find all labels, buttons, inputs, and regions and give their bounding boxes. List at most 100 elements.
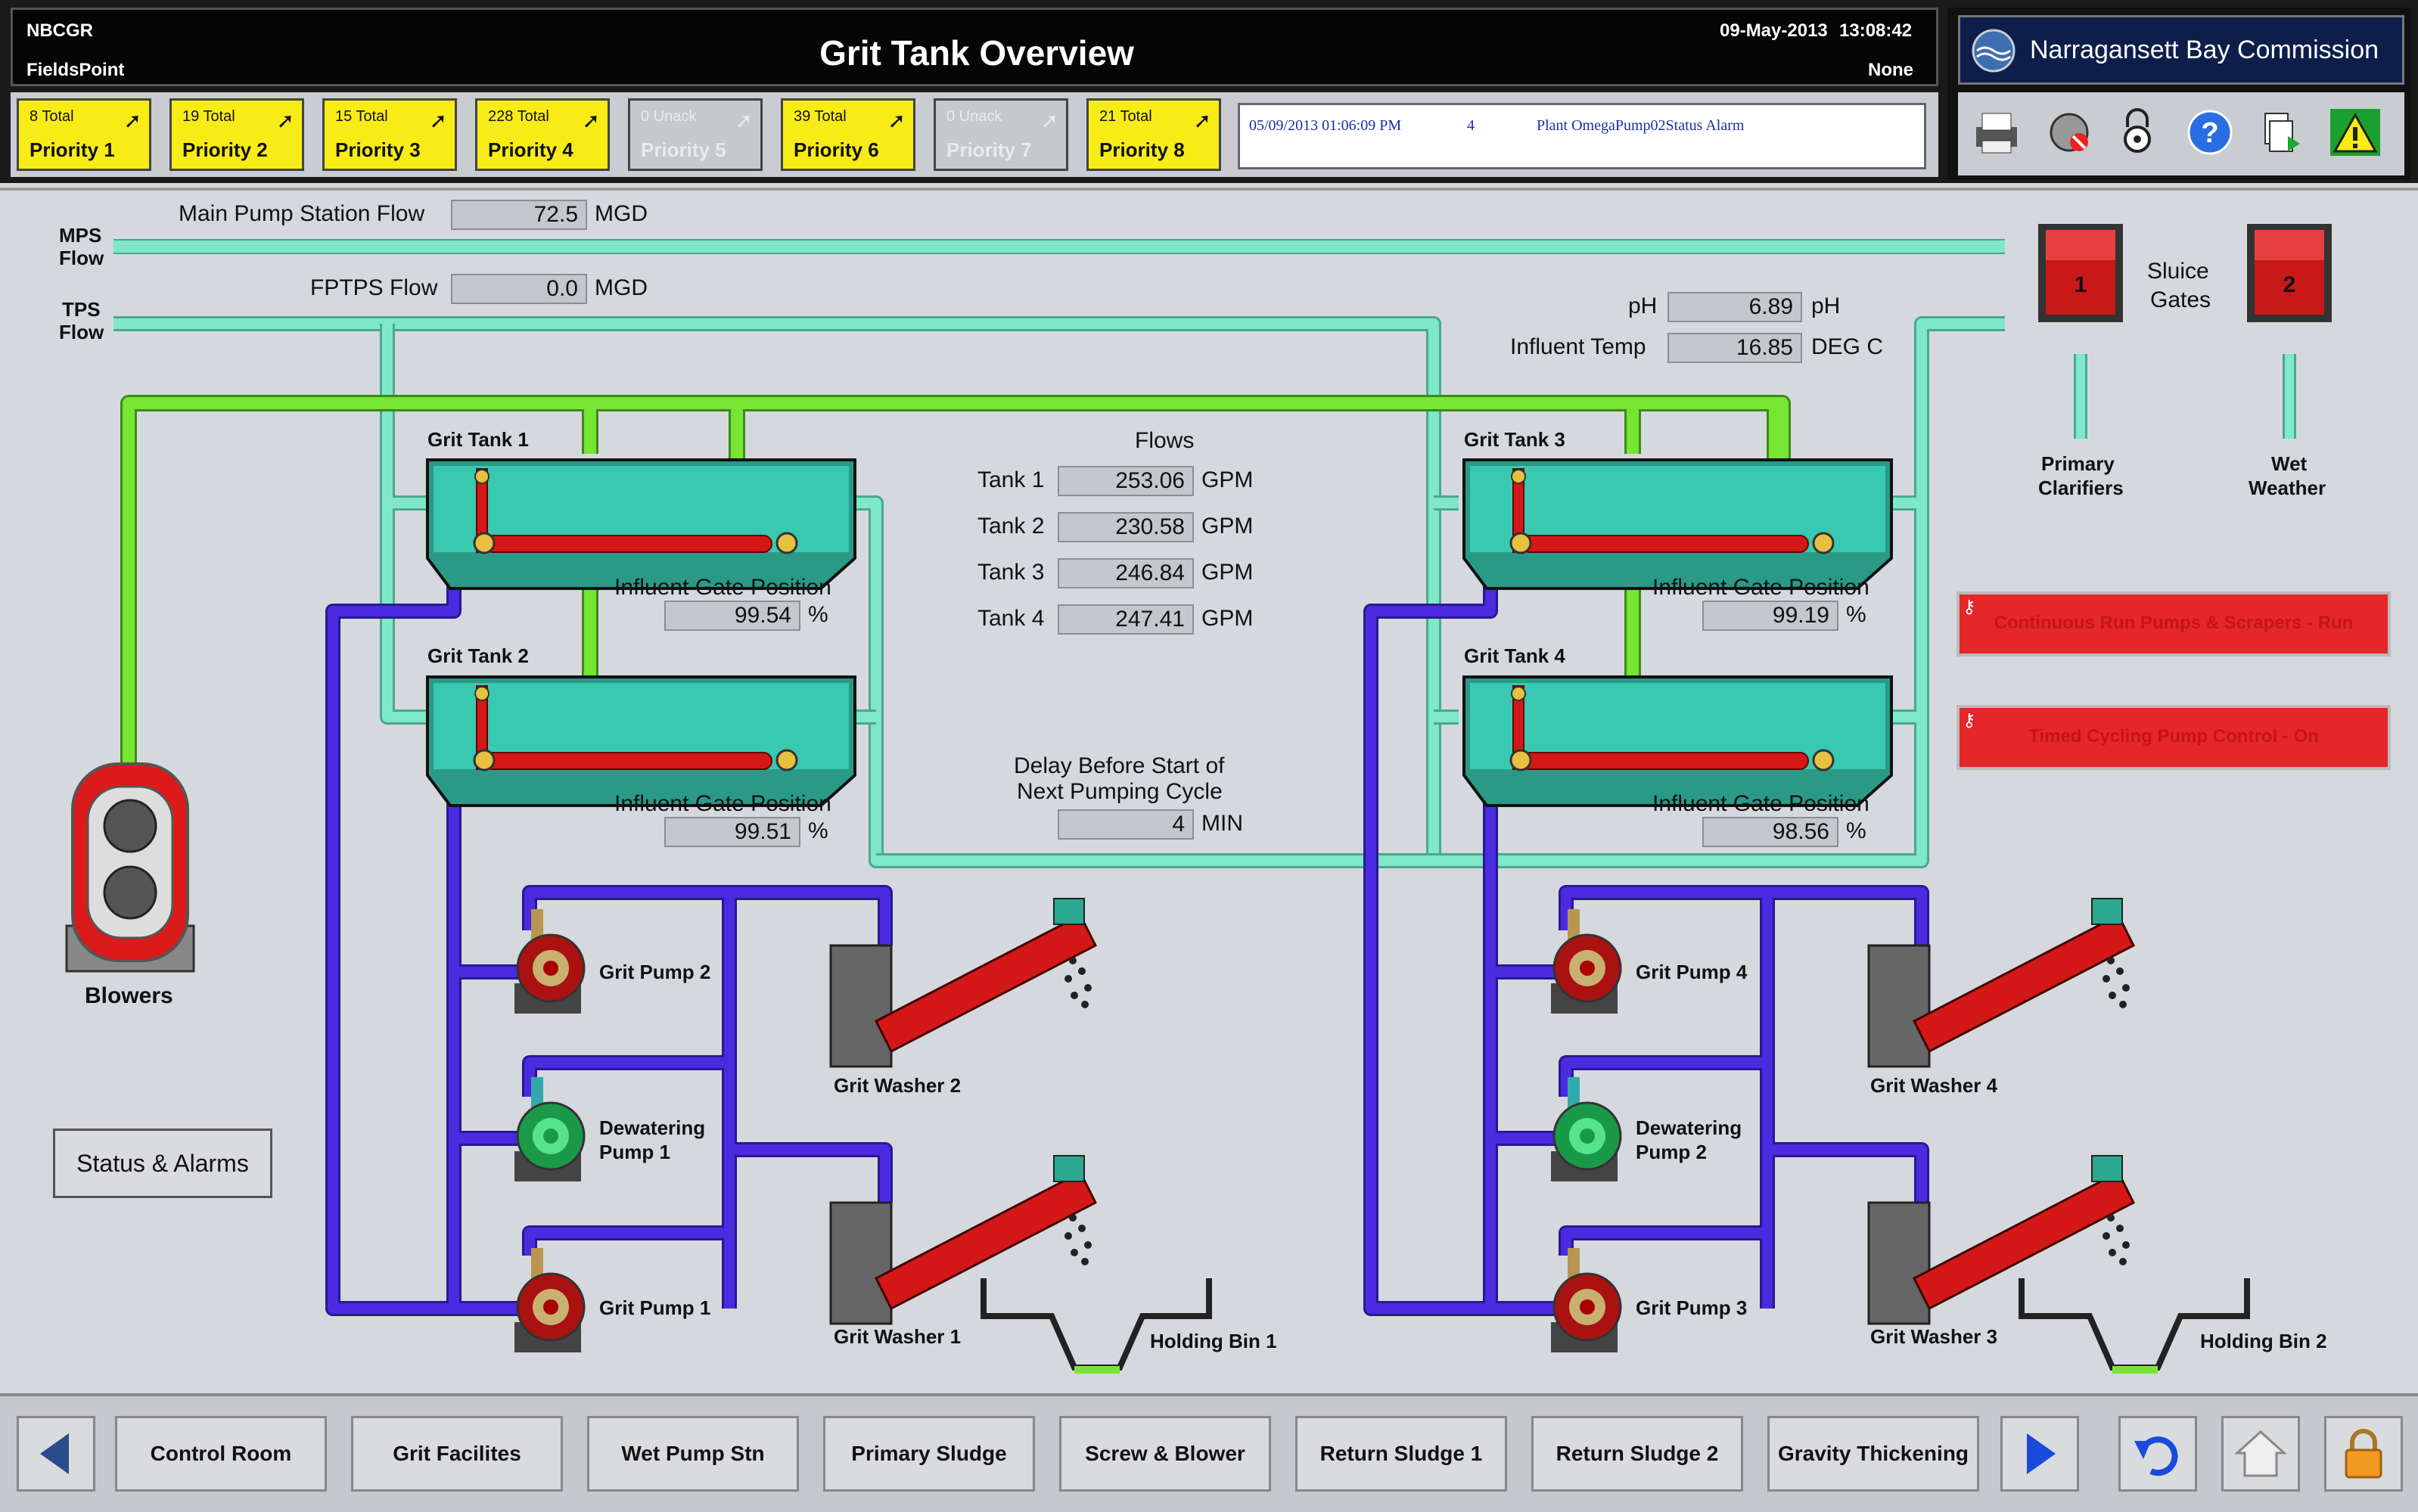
nav-button-gravity-thickening[interactable]: Gravity Thickening <box>1767 1416 1979 1492</box>
fptps-flow-value: 0.0 <box>451 274 587 304</box>
main-pump-flow-label: Main Pump Station Flow <box>179 201 425 226</box>
nav-button-control-room[interactable]: Control Room <box>115 1416 327 1492</box>
fptps-flow-label: FPTPS Flow <box>310 275 438 300</box>
wet-weather-label-1: Wet <box>2271 452 2308 475</box>
tank-3-gate-unit: % <box>1846 602 1866 627</box>
dewatering-pump-1-label-a: Dewatering <box>599 1116 706 1139</box>
dewatering-pump-1-label-b: Pump 1 <box>599 1141 670 1163</box>
grit-pump-2-button[interactable] <box>508 908 584 1014</box>
continuous-run-button[interactable]: Continuous Run Pumps & Scrapers - Run <box>1956 591 2391 657</box>
continuous-run-label: Continuous Run Pumps & Scrapers - Run <box>1994 613 2354 633</box>
lock-button[interactable] <box>2324 1416 2403 1492</box>
tps-label-1: TPS <box>62 298 101 321</box>
tank-flow-value: 230.58 <box>1058 512 1194 542</box>
undo-button[interactable] <box>2118 1416 2197 1492</box>
tank-1-gate-value: 99.54 <box>664 601 800 631</box>
fptps-flow-unit: MGD <box>595 275 648 300</box>
nav-button-screw-blower[interactable]: Screw & Blower <box>1059 1416 1271 1492</box>
tank-flow-label: Tank 2 <box>977 514 1045 539</box>
primary-clarifiers-label-2: Clarifiers <box>2038 477 2124 499</box>
key-icon: ⚷ <box>1963 710 1976 731</box>
mps-label-2: Flow <box>59 247 104 269</box>
dewatering-pump-2-label-a: Dewatering <box>1636 1116 1742 1139</box>
nav-button-primary-sludge[interactable]: Primary Sludge <box>823 1416 1035 1492</box>
primary-clarifiers-label-1: Primary <box>2041 452 2115 475</box>
sluice-gate-1-button[interactable]: 1 <box>2038 224 2123 322</box>
tank-flow-label: Tank 3 <box>977 560 1045 585</box>
holding-bin-1-label: Holding Bin 1 <box>1150 1330 1277 1352</box>
timed-cycling-label: Timed Cycling Pump Control - On <box>2028 726 2319 747</box>
nav-button-wet-pump-stn[interactable]: Wet Pump Stn <box>587 1416 799 1492</box>
flows-title: Flows <box>1135 428 1195 453</box>
grit-pump-1-button[interactable] <box>508 1248 584 1354</box>
grit-washer-2-label: Grit Washer 2 <box>834 1074 962 1097</box>
arrow-right-icon <box>2027 1433 2056 1474</box>
nav-forward-button[interactable] <box>2000 1416 2079 1492</box>
grit-pump-3-label: Grit Pump 3 <box>1636 1296 1748 1319</box>
wet-weather-label-2: Weather <box>2249 477 2326 499</box>
tank-flow-unit: GPM <box>1201 606 1254 631</box>
holding-bin-2-label: Holding Bin 2 <box>2200 1330 2327 1352</box>
grit-washer-4-label: Grit Washer 4 <box>1870 1074 1998 1097</box>
grit-pump-1-label: Grit Pump 1 <box>599 1296 711 1319</box>
tank-4-gate-value: 98.56 <box>1702 817 1838 847</box>
status-alarms-label: Status & Alarms <box>76 1150 249 1177</box>
tps-label-2: Flow <box>59 321 104 343</box>
grit-washer-1-label: Grit Washer 1 <box>834 1325 962 1348</box>
nav-button-return-sludge-1[interactable]: Return Sludge 1 <box>1295 1416 1507 1492</box>
key-icon: ⚷ <box>1963 597 1976 617</box>
grit-tank-3 <box>1462 458 1893 590</box>
nav-button-return-sludge-2[interactable]: Return Sludge 2 <box>1531 1416 1743 1492</box>
delay-line-2: Next Pumping Cycle <box>1017 779 1223 804</box>
grit-pump-4-button[interactable] <box>1545 908 1621 1014</box>
grit-pump-3-button[interactable] <box>1545 1248 1621 1354</box>
tank-flow-label: Tank 1 <box>977 467 1045 492</box>
tank-flow-value: 247.41 <box>1058 604 1194 635</box>
tank-1-gate-label: Influent Gate Position <box>614 575 831 600</box>
dewatering-pump-1-button[interactable] <box>508 1077 584 1183</box>
grit-tank-1-label: Grit Tank 1 <box>427 428 529 451</box>
tank-2-gate-unit: % <box>808 818 828 843</box>
tank-1-gate-unit: % <box>808 602 828 627</box>
tank-4-gate-unit: % <box>1846 818 1866 843</box>
tank-3-gate-value: 99.19 <box>1702 601 1838 631</box>
dewatering-pump-2-button[interactable] <box>1545 1077 1621 1183</box>
grit-tank-2-label: Grit Tank 2 <box>427 644 529 667</box>
sluice-gate-1-label: 1 <box>2074 272 2087 297</box>
status-alarms-button[interactable]: Status & Alarms <box>53 1129 272 1198</box>
tank-2-gate-value: 99.51 <box>664 817 800 847</box>
grit-washer-3-label: Grit Washer 3 <box>1870 1325 1998 1348</box>
grit-tank-4 <box>1462 675 1893 807</box>
tank-flow-unit: GPM <box>1201 467 1254 492</box>
blowers-label: Blowers <box>85 983 173 1008</box>
grit-tank-2 <box>426 675 856 807</box>
tank-flow-label: Tank 4 <box>977 606 1045 631</box>
nav-back-button[interactable] <box>17 1416 95 1492</box>
lock-icon <box>2345 1429 2382 1479</box>
blowers-button[interactable] <box>67 764 194 973</box>
grit-pump-2-label: Grit Pump 2 <box>599 961 711 983</box>
home-button[interactable] <box>2221 1416 2300 1492</box>
delay-value: 4 <box>1058 809 1194 840</box>
nav-button-grit-facilites[interactable]: Grit Facilites <box>351 1416 563 1492</box>
main-pump-flow-unit: MGD <box>595 201 648 226</box>
influent-temp-value: 16.85 <box>1667 333 1802 363</box>
dewatering-pump-2-label-b: Pump 2 <box>1636 1141 1707 1163</box>
tank-2-gate-label: Influent Gate Position <box>614 791 831 816</box>
tank-4-gate-label: Influent Gate Position <box>1652 791 1869 816</box>
tank-flow-value: 253.06 <box>1058 466 1194 496</box>
timed-cycling-button[interactable]: Timed Cycling Pump Control - On <box>1956 705 2391 770</box>
ph-value: 6.89 <box>1667 292 1802 322</box>
sluice-title-1: Sluice <box>2147 259 2209 284</box>
grit-tank-3-label: Grit Tank 3 <box>1464 428 1565 451</box>
grit-tank-1 <box>426 458 856 590</box>
ph-label: pH <box>1628 293 1658 318</box>
tank-flow-value: 246.84 <box>1058 558 1194 588</box>
sluice-gate-2-button[interactable]: 2 <box>2247 224 2332 322</box>
delay-unit: MIN <box>1201 811 1243 836</box>
grit-tank-4-label: Grit Tank 4 <box>1464 644 1565 667</box>
undo-icon <box>2134 1436 2178 1476</box>
grit-washers <box>829 898 2136 1325</box>
main-pump-flow-value: 72.5 <box>451 200 587 230</box>
mps-label-1: MPS <box>59 224 102 247</box>
